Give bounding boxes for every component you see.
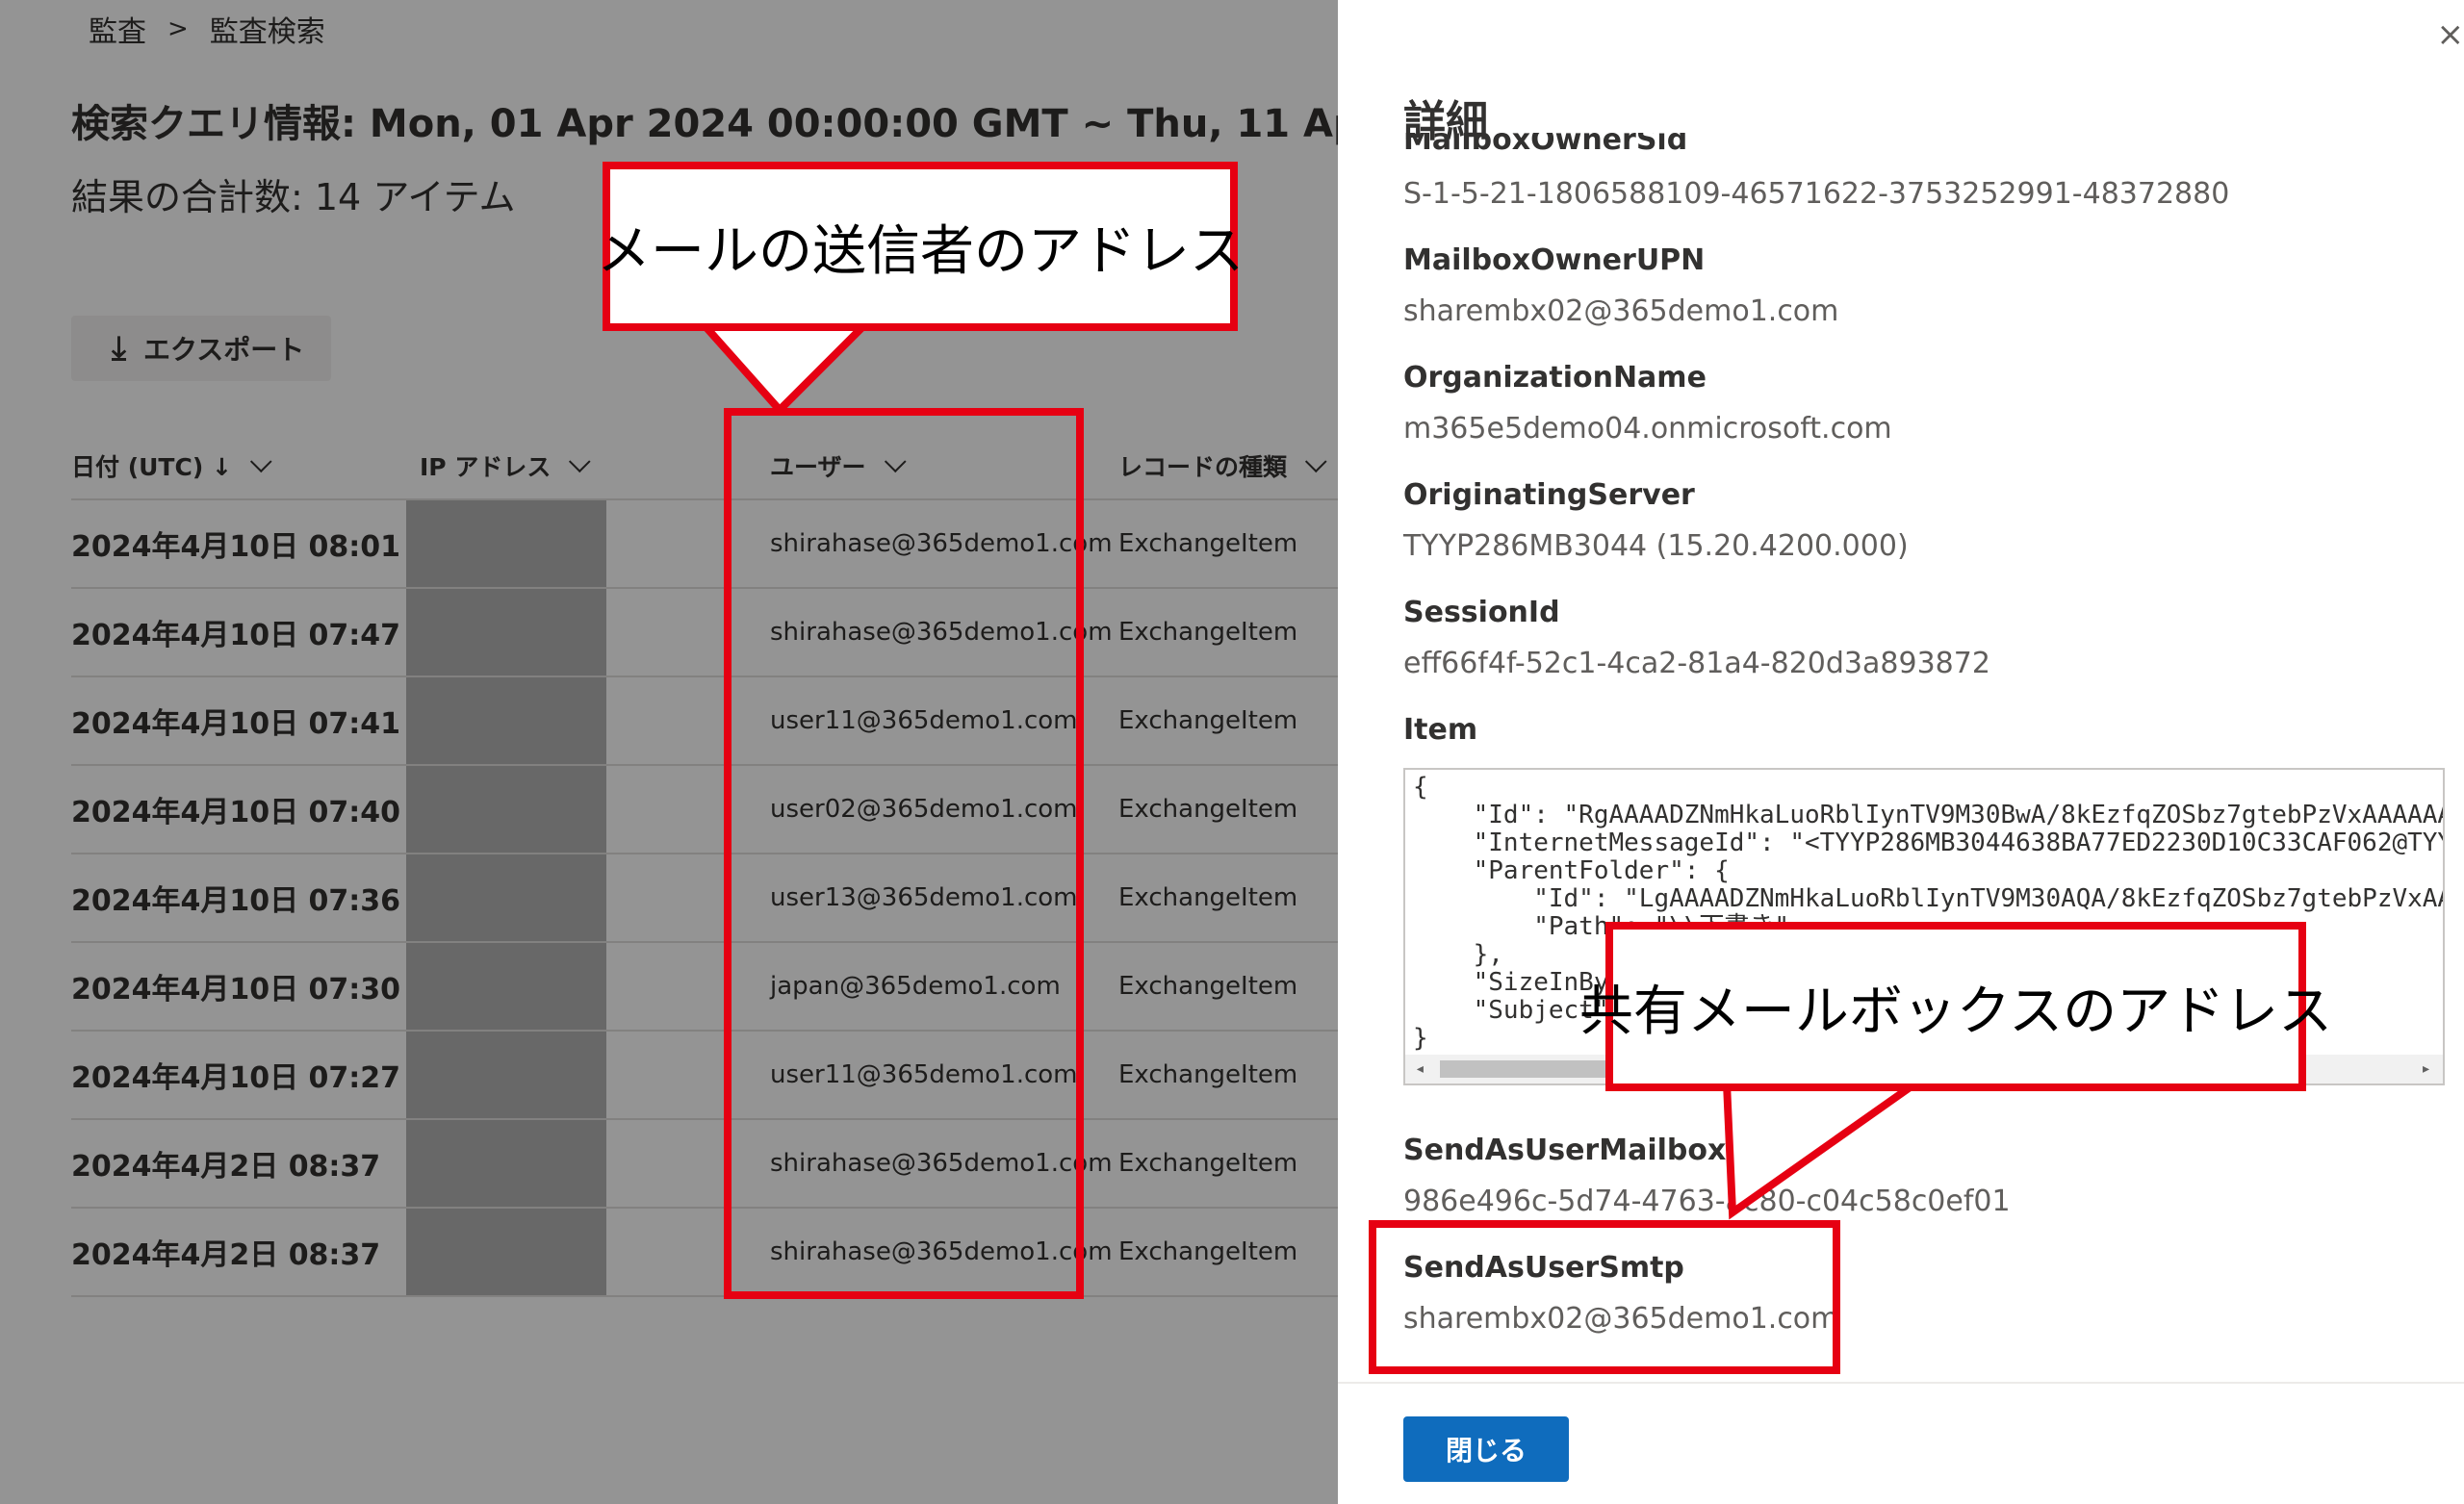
callout-shared-mailbox-address: 共有メールボックスのアドレス xyxy=(1579,922,2332,1091)
callout-sender-address: メールの送信者のアドレス xyxy=(597,162,1244,331)
